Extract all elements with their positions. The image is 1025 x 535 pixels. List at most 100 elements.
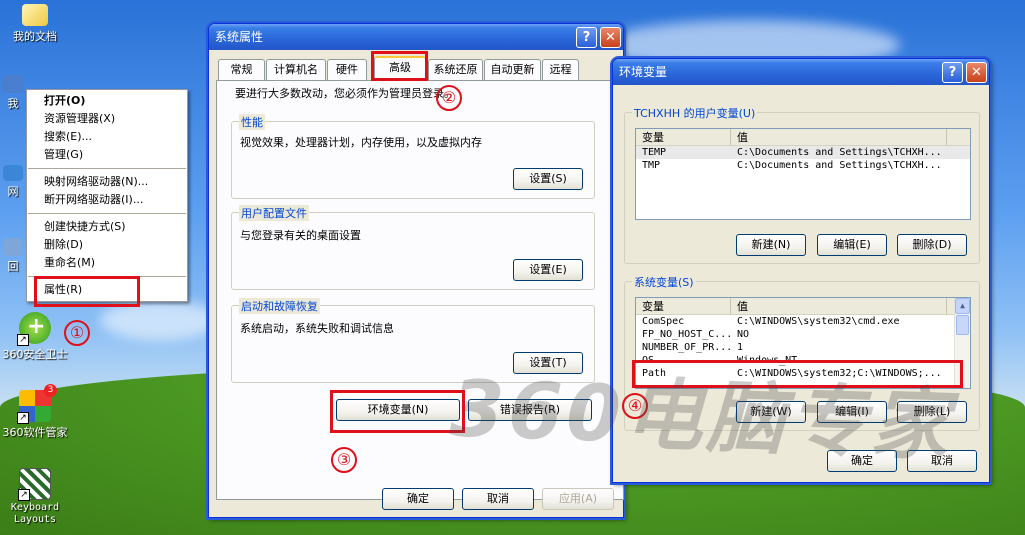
shield-icon: + ↗ bbox=[17, 312, 51, 346]
column-header-name[interactable]: 变量 bbox=[636, 129, 731, 145]
menu-item-manage[interactable]: 管理(G) bbox=[27, 146, 187, 164]
shortcut-arrow-icon: ↗ bbox=[18, 489, 30, 501]
user-edit-button[interactable]: 编辑(E) bbox=[817, 234, 887, 256]
desktop-icon-label: 360软件管家 bbox=[2, 426, 68, 439]
menu-item-map-drive[interactable]: 映射网络驱动器(N)... bbox=[27, 173, 187, 191]
variable-name: FP_NO_HOST_C... bbox=[642, 329, 731, 340]
tab-auto-update[interactable]: 自动更新 bbox=[484, 59, 541, 80]
recycle-icon bbox=[4, 238, 22, 256]
desktop-icon-network[interactable]: 网 bbox=[0, 165, 26, 199]
variable-value: C:\Documents and Settings\TCHXH... bbox=[737, 160, 942, 171]
scroll-up-icon[interactable]: ▲ bbox=[955, 298, 970, 314]
cancel-button[interactable]: 取消 bbox=[462, 488, 534, 510]
list-row[interactable]: ComSpec C:\WINDOWS\system32\cmd.exe bbox=[636, 315, 970, 328]
menu-item-open[interactable]: 打开(O) bbox=[27, 92, 187, 110]
tab-hardware[interactable]: 硬件 bbox=[327, 59, 367, 80]
desktop-icon-360-safe[interactable]: + ↗ 360安全卫士 bbox=[0, 312, 70, 362]
user-profiles-group: 用户配置文件 与您登录有关的桌面设置 设置(E) bbox=[231, 205, 595, 290]
user-delete-button[interactable]: 删除(D) bbox=[897, 234, 967, 256]
close-button[interactable]: ✕ bbox=[600, 27, 621, 48]
menu-item-disconnect-drive[interactable]: 断开网络驱动器(I)... bbox=[27, 191, 187, 209]
user-variables-group: TCHXHH 的用户变量(U) 变量 值 TEMP C:\Documents a… bbox=[624, 105, 980, 264]
desktop-icon-label: 网 bbox=[7, 185, 19, 198]
menu-item-delete[interactable]: 删除(D) bbox=[27, 236, 187, 254]
software-manager-icon: 3 ↗ bbox=[17, 384, 57, 424]
apply-button[interactable]: 应用(A) bbox=[542, 488, 614, 510]
menu-item-rename[interactable]: 重命名(M) bbox=[27, 254, 187, 272]
help-button[interactable]: ? bbox=[576, 27, 597, 48]
notification-badge: 3 bbox=[44, 384, 57, 397]
list-header: 变量 值 bbox=[636, 298, 970, 315]
list-row[interactable]: TMP C:\Documents and Settings\TCHXH... bbox=[636, 159, 970, 172]
variable-name: TMP bbox=[642, 160, 661, 171]
desktop-icon-360-software[interactable]: 3 ↗ 360软件管家 bbox=[0, 384, 70, 440]
desktop-icon-keyboard-layouts[interactable]: ↗ Keyboard Layouts bbox=[0, 468, 70, 526]
network-icon bbox=[3, 165, 23, 181]
titlebar: 系统属性 ? ✕ bbox=[209, 24, 623, 50]
ok-button[interactable]: 确定 bbox=[382, 488, 454, 510]
group-title: 性能 bbox=[239, 114, 265, 130]
computer-icon bbox=[2, 75, 24, 93]
desktop-icon-label: 我的文档 bbox=[13, 30, 57, 43]
column-header-name[interactable]: 变量 bbox=[636, 298, 731, 314]
tab-system-restore[interactable]: 系统还原 bbox=[428, 59, 483, 80]
variable-name: NUMBER_OF_PR... bbox=[642, 342, 731, 353]
group-title: TCHXHH 的用户变量(U) bbox=[632, 105, 758, 121]
window-title: 环境变量 bbox=[619, 65, 668, 79]
desktop-icon-my-computer[interactable]: 我 bbox=[0, 75, 26, 111]
desktop-icon-label: 我 bbox=[7, 97, 19, 110]
variable-value: NO bbox=[737, 329, 750, 340]
menu-item-create-shortcut[interactable]: 创建快捷方式(S) bbox=[27, 218, 187, 236]
tab-remote[interactable]: 远程 bbox=[542, 59, 579, 80]
titlebar: 环境变量 ? ✕ bbox=[613, 59, 989, 85]
menu-item-explorer[interactable]: 资源管理器(X) bbox=[27, 110, 187, 128]
group-title: 启动和故障恢复 bbox=[239, 298, 320, 314]
performance-settings-button[interactable]: 设置(S) bbox=[513, 168, 583, 190]
desktop-icon-my-documents[interactable]: 我的文档 bbox=[0, 0, 70, 44]
column-header-value[interactable]: 值 bbox=[731, 298, 947, 314]
desktop-icon-label: 回 bbox=[7, 260, 19, 273]
menu-separator bbox=[28, 213, 186, 214]
watermark: 360电脑专家 bbox=[448, 364, 955, 472]
admin-notice: 要进行大多数改动，您必须作为管理员登录。 bbox=[235, 87, 455, 100]
desktop-icon-recycle[interactable]: 回 bbox=[0, 238, 26, 274]
group-description: 视觉效果，处理器计划，内存使用，以及虚拟内存 bbox=[240, 136, 482, 149]
folder-icon bbox=[22, 4, 48, 26]
scroll-thumb[interactable] bbox=[956, 315, 969, 335]
menu-item-search[interactable]: 搜索(E)... bbox=[27, 128, 187, 146]
variable-value: C:\Documents and Settings\TCHXH... bbox=[737, 147, 942, 158]
highlight-box bbox=[34, 276, 140, 307]
group-title: 用户配置文件 bbox=[239, 205, 309, 221]
window-title: 系统属性 bbox=[215, 30, 264, 44]
shortcut-arrow-icon: ↗ bbox=[17, 412, 29, 424]
performance-group: 性能 视觉效果，处理器计划，内存使用，以及虚拟内存 设置(S) bbox=[231, 114, 595, 199]
annotation-marker: ② bbox=[436, 85, 462, 111]
tab-computer-name[interactable]: 计算机名 bbox=[266, 59, 326, 80]
highlight-box bbox=[371, 51, 428, 81]
user-new-button[interactable]: 新建(N) bbox=[736, 234, 806, 256]
group-description: 与您登录有关的桌面设置 bbox=[240, 229, 361, 242]
desktop-icon-label: 360安全卫士 bbox=[2, 348, 68, 361]
highlight-box bbox=[330, 390, 465, 433]
annotation-marker: ① bbox=[64, 320, 90, 346]
user-variables-list[interactable]: 变量 值 TEMP C:\Documents and Settings\TCHX… bbox=[635, 128, 971, 220]
tab-general[interactable]: 常规 bbox=[218, 59, 265, 80]
variable-value: 1 bbox=[737, 342, 744, 353]
profiles-settings-button[interactable]: 设置(E) bbox=[513, 259, 583, 281]
menu-separator bbox=[28, 168, 186, 169]
column-header-value[interactable]: 值 bbox=[731, 129, 947, 145]
group-description: 系统启动，系统失败和调试信息 bbox=[240, 322, 394, 335]
list-row[interactable]: FP_NO_HOST_C... NO bbox=[636, 328, 970, 341]
group-title: 系统变量(S) bbox=[632, 274, 696, 290]
list-header: 变量 值 bbox=[636, 129, 970, 146]
help-button[interactable]: ? bbox=[942, 62, 963, 83]
annotation-marker: ③ bbox=[331, 447, 357, 473]
desktop-icon-label: Keyboard Layouts bbox=[10, 502, 60, 525]
variable-name: ComSpec bbox=[642, 316, 685, 327]
list-row[interactable]: NUMBER_OF_PR... 1 bbox=[636, 341, 970, 354]
shortcut-arrow-icon: ↗ bbox=[17, 334, 29, 346]
variable-value: C:\WINDOWS\system32\cmd.exe bbox=[737, 316, 900, 327]
context-menu: 打开(O) 资源管理器(X) 搜索(E)... 管理(G) 映射网络驱动器(N)… bbox=[26, 89, 188, 302]
close-button[interactable]: ✕ bbox=[966, 62, 987, 83]
list-row[interactable]: TEMP C:\Documents and Settings\TCHXH... bbox=[636, 146, 970, 159]
